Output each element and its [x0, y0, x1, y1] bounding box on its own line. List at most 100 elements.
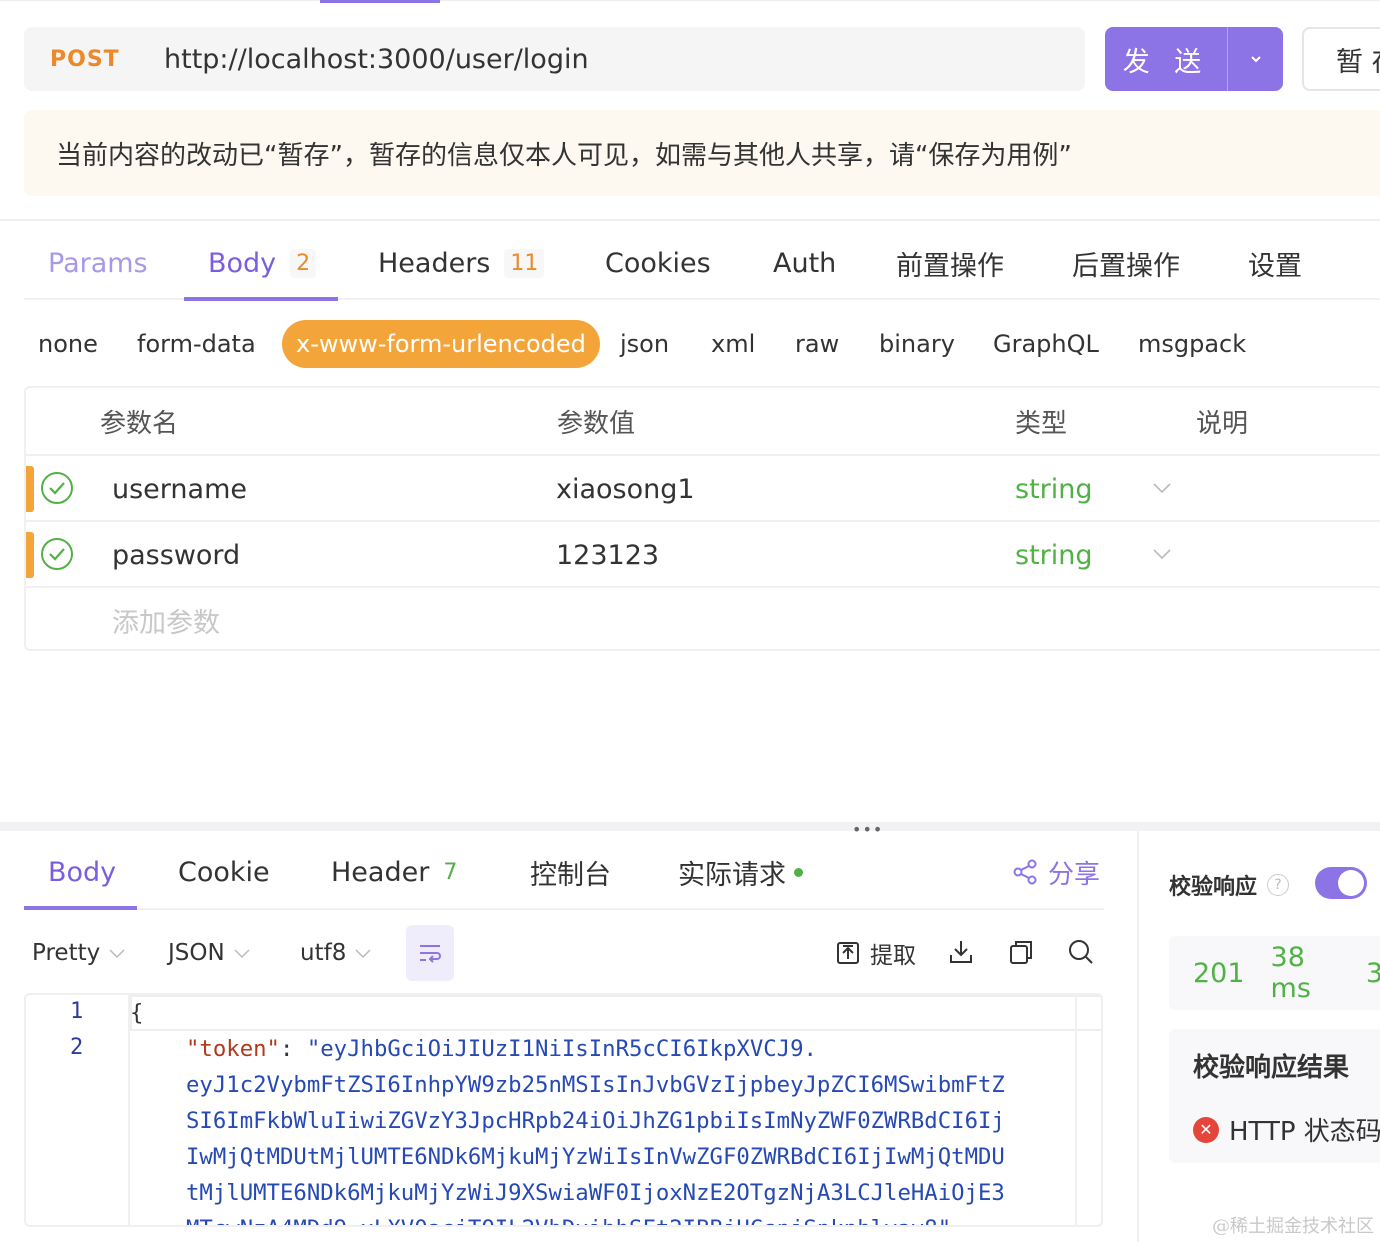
tab-label: Header — [331, 856, 430, 888]
column-header-type: 类型 — [1015, 408, 1068, 439]
send-button[interactable]: 发 送 — [1105, 27, 1228, 91]
validation-panel: 校验响应 ? 201 38 ms 3 校验响应结果 ✕ HTTP 状态码 — [1137, 831, 1380, 1242]
body-type-urlencoded[interactable]: x-www-form-urlencoded — [282, 320, 600, 368]
body-type-graphql[interactable]: GraphQL — [993, 320, 1099, 368]
check-circle-icon[interactable] — [40, 537, 74, 571]
body-type-raw[interactable]: raw — [795, 320, 839, 368]
tab-settings[interactable]: 设置 — [1248, 226, 1302, 300]
tab-cookies[interactable]: Cookies — [605, 226, 711, 300]
json-colon: : — [279, 1036, 307, 1062]
tab-label: 控制台 — [530, 859, 611, 891]
validation-result-title: 校验响应结果 — [1193, 1053, 1350, 1083]
code-line: SI6ImFkbWluIiwiZGVzY3JpcHRpb24iOiJhZG1pb… — [186, 1108, 1005, 1134]
param-name-cell[interactable]: password — [112, 522, 240, 588]
wrap-lines-icon — [420, 945, 441, 963]
table-row — [26, 586, 1380, 650]
extract-label: 提取 — [870, 943, 916, 969]
method-selector[interactable]: POST — [50, 47, 140, 72]
wrap-lines-button[interactable] — [406, 925, 454, 981]
chevron-down-icon[interactable] — [1150, 542, 1174, 566]
download-button[interactable] — [946, 937, 976, 967]
copy-button[interactable] — [1006, 937, 1036, 967]
tab-pre-request[interactable]: 前置操作 — [896, 226, 1004, 300]
tab-label: 前置操作 — [896, 250, 1004, 282]
tab-post-request[interactable]: 后置操作 — [1072, 226, 1180, 300]
validate-response-text: 校验响应 — [1169, 875, 1258, 900]
body-type-xml[interactable]: xml — [711, 320, 755, 368]
share-button[interactable]: 分享 — [1012, 836, 1100, 908]
code-line: MTcwNzA4MDd9.xLXV0acjTOIL2VbDxihhSFt2IBB… — [186, 1211, 951, 1225]
tab-auth[interactable]: Auth — [773, 226, 836, 300]
panel-splitter[interactable] — [0, 822, 1380, 831]
chevron-down-icon[interactable] — [1150, 476, 1174, 500]
response-size: 3 — [1365, 957, 1380, 989]
tab-badge: 2 — [290, 248, 317, 278]
format-select[interactable]: JSON — [168, 925, 251, 981]
body-type-form-data[interactable]: form-data — [137, 320, 256, 368]
tab-body[interactable]: Body 2 — [208, 226, 317, 300]
chevron-down-icon — [355, 949, 371, 959]
validate-response-toggle[interactable] — [1315, 867, 1367, 899]
chevron-down-icon — [234, 949, 250, 959]
url-bar[interactable]: POST http://localhost:3000/user/login — [24, 27, 1085, 91]
param-type-select[interactable]: string — [1015, 456, 1093, 522]
search-button[interactable] — [1066, 937, 1096, 967]
view-mode-label: Pretty — [32, 940, 101, 966]
tab-label: Auth — [773, 247, 837, 279]
active-tab-indicator — [320, 0, 440, 3]
send-dropdown-button[interactable] — [1228, 27, 1283, 91]
params-table: 参数名 参数值 类型 说明 username xiaosong1 string … — [24, 386, 1380, 651]
param-value-cell[interactable]: 123123 — [556, 522, 659, 588]
response-code-viewer[interactable]: 1 2 { "token": "eyJhbGciOiJIUzI1NiIsInR5… — [24, 993, 1103, 1227]
request-tabs: Params Body 2 Headers 11 Cookies Auth 前置操作… — [24, 226, 1380, 301]
tab-label: Headers — [378, 247, 491, 279]
tab-badge: 7 — [443, 859, 458, 885]
watermark: @稀土掘金技术社区 — [1212, 1216, 1374, 1237]
body-type-msgpack[interactable]: msgpack — [1138, 320, 1246, 368]
format-label: JSON — [168, 940, 225, 966]
tab-actual-request[interactable]: 实际请求 — [678, 836, 803, 908]
tab-underline — [184, 297, 338, 301]
tab-label: Body — [48, 856, 117, 888]
json-key: "token" — [186, 1036, 280, 1062]
check-circle-icon[interactable] — [40, 471, 74, 505]
toggle-knob — [1338, 870, 1364, 896]
stash-button[interactable]: 暂 存 — [1302, 27, 1380, 91]
tab-label: 设置 — [1248, 250, 1302, 282]
url-input[interactable]: http://localhost:3000/user/login — [164, 44, 589, 75]
body-type-selector: none form-data x-www-form-urlencoded jso… — [0, 320, 1380, 368]
share-label: 分享 — [1048, 859, 1101, 890]
tab-console[interactable]: 控制台 — [530, 836, 611, 908]
param-value-cell[interactable]: xiaosong1 — [556, 456, 695, 522]
validation-result-text: HTTP 状态码 — [1229, 1117, 1380, 1147]
tab-response-cookie[interactable]: Cookie — [178, 836, 270, 908]
tab-headers[interactable]: Headers 11 — [378, 226, 545, 300]
tab-params[interactable]: Params — [48, 226, 148, 300]
view-mode-select[interactable]: Pretty — [32, 925, 126, 981]
download-icon — [950, 941, 972, 963]
json-string: "eyJhbGciOiJIUzI1NiIsInR5cCI6IkpXVCJ9. — [306, 1036, 817, 1062]
param-type-select[interactable]: string — [1015, 522, 1093, 588]
line-number-gutter: 1 2 — [26, 995, 130, 1225]
column-header-description: 说明 — [1196, 408, 1249, 439]
chevron-down-icon — [109, 949, 125, 959]
response-toolbar: Pretty JSON utf8 提取 — [24, 925, 1104, 981]
add-param-input[interactable]: 添加参数 — [112, 588, 220, 652]
status-code: 201 — [1193, 957, 1245, 989]
code-line: IwMjQtMDUtMjlUMTE6NDk6MjkuMjYzWiIsInVwZG… — [186, 1144, 1005, 1170]
help-icon[interactable]: ? — [1267, 874, 1290, 896]
body-type-json[interactable]: json — [620, 320, 669, 368]
tab-label: Params — [48, 247, 148, 279]
validate-response-label: 校验响应 ? — [1169, 869, 1290, 901]
line-number: 2 — [70, 1035, 84, 1060]
extract-button[interactable]: 提取 — [836, 925, 916, 981]
chevron-down-icon — [1250, 56, 1261, 63]
vertical-scrollbar[interactable] — [1075, 995, 1101, 1225]
tab-response-body[interactable]: Body — [48, 836, 116, 908]
body-type-binary[interactable]: binary — [879, 320, 955, 368]
tab-response-header[interactable]: Header 7 — [331, 836, 457, 908]
copy-icon — [1010, 941, 1032, 964]
encoding-select[interactable]: utf8 — [300, 925, 372, 981]
param-name-cell[interactable]: username — [112, 456, 247, 522]
body-type-none[interactable]: none — [38, 320, 98, 368]
